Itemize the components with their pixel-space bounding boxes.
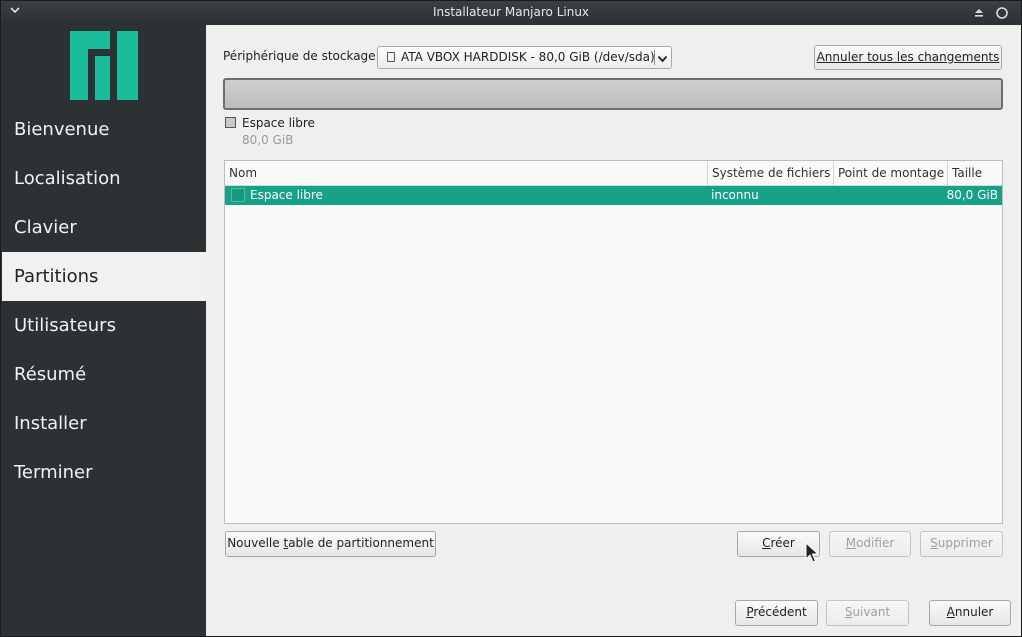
modify-label-post: odifier bbox=[856, 536, 895, 550]
select-separator bbox=[654, 50, 655, 65]
title-bar: Installateur Manjaro Linux bbox=[1, 1, 1021, 25]
installer-window: Installateur Manjaro Linux Bienvenue Loc… bbox=[0, 0, 1022, 637]
cancel-button[interactable]: Annuler bbox=[929, 600, 1011, 626]
legend-size: 80,0 GiB bbox=[242, 133, 294, 147]
modify-button[interactable]: Modifier bbox=[829, 531, 911, 557]
partitions-page: Périphérique de stockage: ATA VBOX HARDD… bbox=[206, 25, 1021, 636]
sidebar-item-localisation[interactable]: Localisation bbox=[2, 154, 206, 203]
row-filesystem: inconnu bbox=[711, 188, 759, 202]
sidebar-item-installer[interactable]: Installer bbox=[2, 399, 206, 448]
column-header-mountpoint[interactable]: Point de montage bbox=[833, 161, 947, 186]
modify-label-accel: M bbox=[845, 536, 857, 550]
sidebar-nav: Bienvenue Localisation Clavier Partition… bbox=[2, 105, 206, 497]
sidebar-item-bienvenue[interactable]: Bienvenue bbox=[2, 105, 206, 154]
row-size: 80,0 GiB bbox=[946, 188, 998, 202]
column-header-filesystem[interactable]: Système de fichiers bbox=[707, 161, 833, 186]
delete-button[interactable]: Supprimer bbox=[920, 531, 1003, 557]
previous-label-post: récédent bbox=[753, 605, 807, 619]
legend-label: Espace libre bbox=[242, 116, 315, 130]
window-title: Installateur Manjaro Linux bbox=[432, 5, 590, 19]
sidebar-item-utilisateurs[interactable]: Utilisateurs bbox=[2, 301, 206, 350]
manjaro-logo-icon bbox=[70, 31, 138, 100]
next-label-post: uivant bbox=[852, 605, 891, 619]
delete-label-accel: S bbox=[930, 536, 938, 550]
sidebar-item-clavier[interactable]: Clavier bbox=[2, 203, 206, 252]
new-partition-table-button[interactable]: Nouvelle table de partitionnement bbox=[225, 531, 436, 557]
column-header-size[interactable]: Taille bbox=[947, 161, 1002, 186]
revert-all-changes-button[interactable]: Annuler tous les changements bbox=[814, 45, 1002, 70]
sidebar: Bienvenue Localisation Clavier Partition… bbox=[2, 25, 206, 636]
create-label-accel: C bbox=[762, 536, 771, 550]
disk-icon bbox=[387, 52, 395, 62]
sidebar-item-partitions[interactable]: Partitions bbox=[2, 252, 206, 301]
row-name: Espace libre bbox=[250, 188, 323, 202]
cancel-label-accel: A bbox=[946, 605, 955, 619]
delete-label-post: upprimer bbox=[937, 536, 993, 550]
chevron-down-icon bbox=[657, 51, 668, 63]
next-button[interactable]: Suivant bbox=[826, 600, 909, 626]
storage-device-select[interactable]: ATA VBOX HARDDISK - 80,0 GiB (/dev/sda) bbox=[377, 46, 672, 69]
sidebar-item-resume[interactable]: Résumé bbox=[2, 350, 206, 399]
partition-table: Nom Système de fichiers Point de montage… bbox=[224, 160, 1003, 524]
cancel-label-post: nnuler bbox=[954, 605, 994, 619]
close-icon[interactable] bbox=[995, 6, 1009, 20]
new-table-label-post: able de partitionnement bbox=[288, 536, 434, 550]
disk-usage-bar bbox=[223, 78, 1003, 110]
table-header: Nom Système de fichiers Point de montage… bbox=[225, 161, 1002, 186]
previous-button[interactable]: Précédent bbox=[735, 600, 818, 626]
free-space-swatch bbox=[225, 117, 236, 128]
column-header-name[interactable]: Nom bbox=[225, 161, 707, 186]
selected-device: ATA VBOX HARDDISK - 80,0 GiB (/dev/sda) bbox=[401, 50, 655, 64]
new-table-label-pre: Nouvelle bbox=[227, 536, 284, 550]
create-label-post: réer bbox=[770, 536, 795, 550]
table-row[interactable]: Espace libre inconnu 80,0 GiB bbox=[225, 186, 1002, 205]
storage-device-label: Périphérique de stockage: bbox=[223, 49, 380, 63]
sidebar-item-terminer[interactable]: Terminer bbox=[2, 448, 206, 497]
mouse-cursor-icon bbox=[805, 541, 820, 564]
shade-icon[interactable] bbox=[973, 6, 985, 18]
revert-all-changes-label: Annuler tous les changements bbox=[816, 50, 1000, 64]
partition-color-icon bbox=[231, 188, 245, 202]
